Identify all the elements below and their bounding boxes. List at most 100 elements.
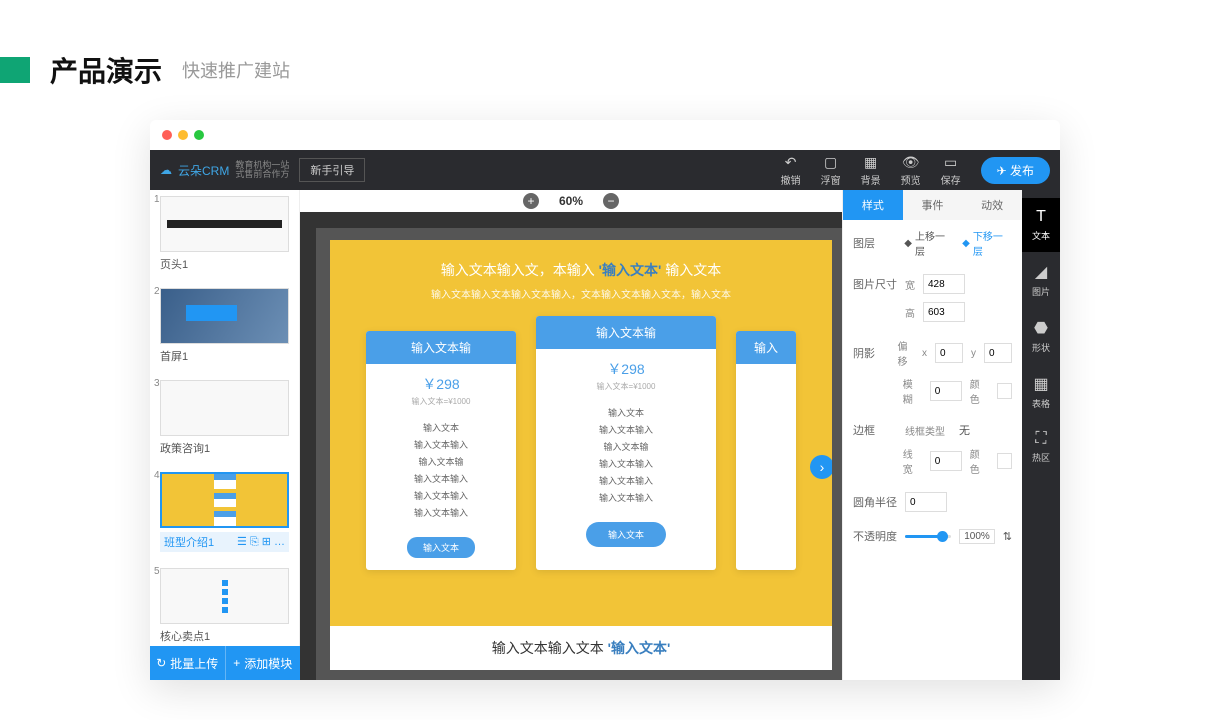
page-label: 页头1 (160, 256, 289, 272)
card-cta-button[interactable]: 输入文本 (407, 537, 475, 558)
rail-hotzone[interactable]: ⛶热区 (1022, 420, 1060, 474)
prop-tabs: 样式 事件 动效 (843, 190, 1022, 220)
border-label: 边框 (853, 422, 897, 438)
pricing-card-featured[interactable]: 输入文本输 ￥298 输入文本=¥1000 输入文本输入文本输入 输入文本输输入… (536, 316, 716, 570)
background-button[interactable]: ▦背景 (861, 154, 881, 187)
border-color-swatch[interactable] (997, 453, 1012, 469)
layer-down-button[interactable]: ◆下移一层 (962, 228, 1012, 258)
radius-label: 圆角半径 (853, 494, 897, 510)
guide-button[interactable]: 新手引导 (299, 158, 365, 182)
card-head: 输入文本输 (366, 331, 516, 364)
page-label: 核心卖点1 (160, 628, 289, 644)
hotzone-icon: ⛶ (1035, 430, 1046, 448)
background-icon: ▦ (864, 154, 877, 171)
pricing-card-partial[interactable]: 输入 (736, 331, 796, 570)
minimize-dot[interactable] (178, 130, 188, 140)
shadow-y-input[interactable] (984, 343, 1012, 363)
text-icon: T (1036, 208, 1046, 226)
shadow-x-input[interactable] (935, 343, 963, 363)
canvas-area[interactable]: + 60% − 输入文本输入文，本输入 '输入文本' 输入文本 输入文本输入文本… (300, 190, 842, 680)
shadow-blur-input[interactable] (930, 381, 962, 401)
title-main: 产品演示 (50, 50, 162, 90)
tab-style[interactable]: 样式 (843, 190, 903, 220)
float-button[interactable]: ▢浮窗 (821, 154, 841, 187)
refresh-icon: ↻ (156, 656, 166, 670)
card-cta-button[interactable]: 输入文本 (586, 522, 666, 547)
card-price: ￥298 (366, 364, 516, 396)
page-list[interactable]: 1 页头1 2 首屏1 3 政策咨询1 4 班型介绍1 ☰ ⎘ ⊞ … (150, 190, 300, 646)
float-icon: ▢ (824, 154, 837, 171)
rail-table[interactable]: ▦表格 (1022, 364, 1060, 420)
card-price-sub: 输入文本=¥1000 (366, 396, 516, 415)
save-icon: ▭ (944, 154, 957, 171)
grid-icon: ▦ (1033, 374, 1048, 394)
link-icon[interactable]: ⇅ (1003, 530, 1012, 543)
window-chrome (150, 120, 1060, 150)
pricing-card[interactable]: 输入文本输 ￥298 输入文本=¥1000 输入文本输入文本输入 输入文本输输入… (366, 331, 516, 570)
ruler-horizontal (316, 212, 842, 228)
brand-logo: ☁ 云朵CRM 教育机构一站式售前合作方 (160, 161, 289, 179)
page-list-footer: ↻批量上传 +添加模块 (150, 646, 300, 680)
shadow-color-swatch[interactable] (997, 383, 1012, 399)
card-price: ￥298 (536, 349, 716, 381)
close-dot[interactable] (162, 130, 172, 140)
rail-text[interactable]: T文本 (1022, 198, 1060, 252)
page-label: 班型介绍1 ☰ ⎘ ⊞ … (160, 532, 289, 552)
card-features: 输入文本输入文本输入 输入文本输输入文本输入 输入文本输入输入文本输入 (536, 400, 716, 516)
tab-animation[interactable]: 动效 (962, 190, 1022, 220)
border-width-input[interactable] (930, 451, 962, 471)
size-label: 图片尺寸 (853, 276, 897, 292)
design-canvas[interactable]: 输入文本输入文，本输入 '输入文本' 输入文本 输入文本输入文本输入文本输入，文… (330, 240, 832, 670)
card-head: 输入 (736, 331, 796, 364)
opacity-label: 不透明度 (853, 528, 897, 544)
properties-panel: 样式 事件 动效 图层 ◆上移一层 ◆下移一层 图片尺寸 宽 高 阴影 偏 (842, 190, 1022, 680)
rail-shape[interactable]: ⬣形状 (1022, 308, 1060, 364)
layer-up-button[interactable]: ◆上移一层 (904, 228, 954, 258)
save-button[interactable]: ▭保存 (941, 154, 961, 187)
pricing-cards: 输入文本输 ￥298 输入文本=¥1000 输入文本输入文本输入 输入文本输输入… (330, 331, 832, 570)
page-thumb-5[interactable]: 5 核心卖点1 (150, 562, 299, 646)
opacity-slider[interactable] (905, 535, 951, 538)
add-module-button[interactable]: +添加模块 (225, 646, 301, 680)
card-price-sub: 输入文本=¥1000 (536, 381, 716, 400)
page-thumb-2[interactable]: 2 首屏1 (150, 282, 299, 374)
zoom-value: 60% (559, 194, 583, 208)
zoom-bar: + 60% − (300, 190, 842, 212)
undo-icon: ↶ (785, 154, 797, 171)
title-accent-bar (0, 57, 30, 83)
maximize-dot[interactable] (194, 130, 204, 140)
brand-name: 云朵CRM (178, 162, 229, 179)
zoom-out-button[interactable]: − (603, 193, 619, 209)
rail-image[interactable]: ◢图片 (1022, 252, 1060, 308)
canvas-bottom-heading[interactable]: 输入文本输入文本 '输入文本' (330, 626, 832, 670)
page-thumb-3[interactable]: 3 政策咨询1 (150, 374, 299, 466)
undo-button[interactable]: ↶撤销 (781, 154, 801, 187)
border-type-select[interactable]: 无 (959, 422, 970, 438)
layer-down-icon: ◆ (962, 238, 970, 249)
height-input[interactable] (923, 302, 965, 322)
canvas-subheading[interactable]: 输入文本输入文本输入文本输入，文本输入文本输入文本，输入文本 (330, 286, 832, 301)
page-thumb-4[interactable]: 4 班型介绍1 ☰ ⎘ ⊞ … (150, 466, 299, 562)
cloud-icon: ☁ (160, 163, 172, 177)
component-rail: T文本 ◢图片 ⬣形状 ▦表格 ⛶热区 (1022, 190, 1060, 680)
next-slide-button[interactable]: › (810, 455, 832, 479)
page-heading: 产品演示 快速推广建站 (0, 0, 1210, 120)
batch-upload-button[interactable]: ↻批量上传 (150, 646, 225, 680)
preview-button[interactable]: 👁预览 (901, 154, 921, 187)
radius-input[interactable] (905, 492, 947, 512)
publish-button[interactable]: ✈ 发布 (981, 157, 1050, 184)
shape-icon: ⬣ (1034, 318, 1048, 338)
canvas-heading[interactable]: 输入文本输入文，本输入 '输入文本' 输入文本 (330, 240, 832, 280)
top-toolbar: ☁ 云朵CRM 教育机构一站式售前合作方 新手引导 ↶撤销 ▢浮窗 ▦背景 👁预… (150, 150, 1060, 190)
layer-label: 图层 (853, 235, 896, 251)
eye-icon: 👁 (902, 154, 920, 171)
shadow-label: 阴影 (853, 345, 889, 361)
width-input[interactable] (923, 274, 965, 294)
tab-event[interactable]: 事件 (903, 190, 963, 220)
page-thumb-1[interactable]: 1 页头1 (150, 190, 299, 282)
app-window: ☁ 云朵CRM 教育机构一站式售前合作方 新手引导 ↶撤销 ▢浮窗 ▦背景 👁预… (150, 120, 1060, 680)
zoom-in-button[interactable]: + (523, 193, 539, 209)
card-head: 输入文本输 (536, 316, 716, 349)
page-actions-icon[interactable]: ☰ ⎘ ⊞ … (237, 535, 285, 549)
title-subtitle: 快速推广建站 (182, 57, 290, 83)
